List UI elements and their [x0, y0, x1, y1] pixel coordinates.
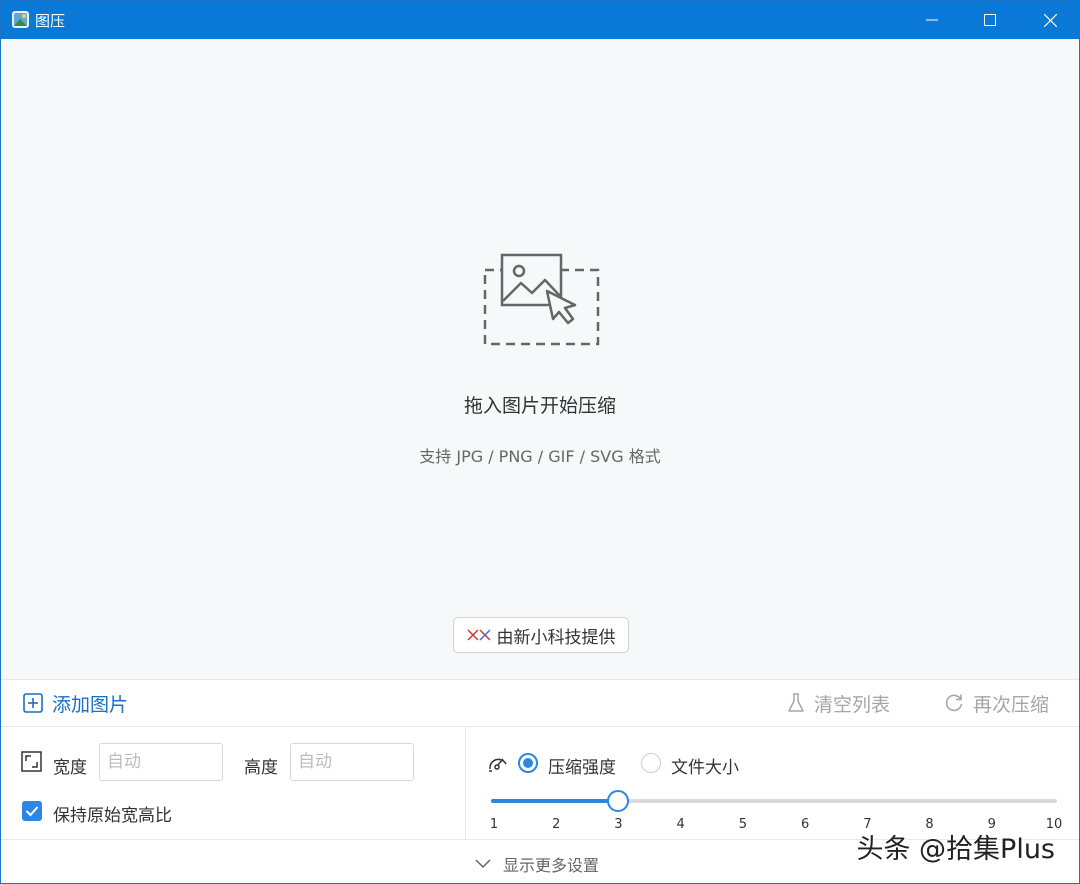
refresh-icon	[945, 694, 963, 712]
toolbar: 添加图片 清空列表 再次压缩	[1, 679, 1079, 727]
resize-icon	[21, 751, 42, 772]
slider-tick-3: 3	[614, 817, 623, 832]
provider-label: 由新小科技提供	[496, 627, 616, 648]
clear-list-button[interactable]: 清空列表	[787, 680, 890, 726]
drop-title: 拖入图片开始压缩	[463, 395, 616, 417]
supported-formats: 支持 JPG / PNG / GIF / SVG 格式	[419, 447, 661, 466]
width-input[interactable]	[99, 743, 223, 781]
slider-tick-2: 2	[552, 817, 561, 832]
image-drop-icon	[483, 253, 600, 346]
slider-thumb[interactable]	[606, 790, 629, 812]
add-image-button[interactable]: 添加图片	[23, 680, 128, 726]
file-size-label: 文件大小	[671, 758, 739, 778]
height-label: 高度	[244, 758, 278, 778]
settings-divider	[465, 727, 466, 839]
more-settings-label: 显示更多设置	[503, 856, 600, 875]
recompress-button[interactable]: 再次压缩	[944, 680, 1049, 726]
chevron-down-icon	[475, 859, 491, 869]
slider-tick-4: 4	[676, 817, 685, 832]
check-icon	[25, 806, 39, 817]
settings-panel: 宽度 高度 保持原始宽高比 压缩强度 文件大小 12345678910	[1, 727, 1079, 839]
compression-slider[interactable]	[491, 790, 1057, 812]
gauge-icon	[489, 758, 507, 772]
xinxiao-logo-icon	[466, 629, 491, 641]
minimize-button[interactable]	[903, 1, 961, 39]
radio-file-size[interactable]	[641, 753, 661, 773]
radio-compression-strength[interactable]	[518, 753, 538, 773]
drop-zone[interactable]: 拖入图片开始压缩 支持 JPG / PNG / GIF / SVG 格式 由新小…	[1, 39, 1079, 679]
slider-tick-5: 5	[738, 817, 748, 832]
close-button[interactable]	[1021, 1, 1079, 39]
add-square-icon	[23, 693, 43, 713]
flask-icon	[788, 693, 804, 712]
app-window: 图压 拖入图片开始压缩 支持 JPG / PNG / GIF / SVG 格式	[0, 0, 1080, 884]
recompress-label: 再次压缩	[973, 693, 1050, 716]
width-label: 宽度	[53, 758, 87, 778]
maximize-icon	[984, 14, 996, 26]
slider-tick-6: 6	[800, 817, 810, 832]
keep-ratio-label: 保持原始宽高比	[53, 806, 172, 826]
clear-list-label: 清空列表	[814, 693, 891, 716]
slider-tick-1: 1	[489, 817, 499, 832]
title-bar[interactable]: 图压	[1, 1, 1079, 39]
show-more-settings-button[interactable]: 显示更多设置	[475, 852, 599, 876]
maximize-button[interactable]	[961, 1, 1019, 39]
image-app-icon	[12, 11, 29, 28]
watermark-text: 头条 @拾集Plus	[856, 834, 1055, 865]
provider-button[interactable]: 由新小科技提供	[453, 617, 629, 653]
minimize-icon	[926, 19, 938, 21]
window-title: 图压	[35, 12, 66, 30]
height-input[interactable]	[290, 743, 414, 781]
slider-fill	[491, 799, 617, 803]
keep-ratio-checkbox[interactable]	[22, 801, 42, 821]
compression-strength-label: 压缩强度	[548, 758, 616, 778]
close-icon	[1043, 13, 1057, 27]
add-image-label: 添加图片	[52, 693, 129, 716]
